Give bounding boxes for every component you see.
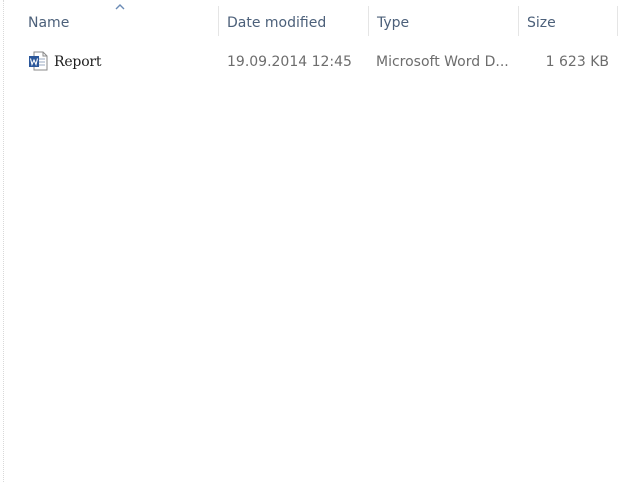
file-list-view: Name Date modified Type Size Report 19.0… — [0, 0, 644, 482]
column-divider[interactable] — [518, 6, 519, 36]
column-header-name[interactable]: Name — [28, 6, 214, 40]
column-divider[interactable] — [617, 6, 618, 36]
file-name[interactable]: Report — [54, 45, 214, 79]
word-document-icon — [29, 51, 48, 71]
column-header-size[interactable]: Size — [527, 6, 607, 40]
left-gutter — [3, 0, 4, 482]
file-row[interactable]: Report 19.09.2014 12:45 Microsoft Word D… — [22, 45, 622, 79]
column-divider[interactable] — [368, 6, 369, 36]
file-date-modified: 19.09.2014 12:45 — [227, 54, 352, 70]
file-type: Microsoft Word D... — [376, 54, 509, 70]
column-header-type[interactable]: Type — [377, 6, 513, 40]
column-header-bar: Name Date modified Type Size — [0, 0, 644, 44]
file-size: 1 623 KB — [545, 54, 609, 70]
column-divider[interactable] — [218, 6, 219, 36]
column-header-date-modified[interactable]: Date modified — [227, 6, 363, 40]
